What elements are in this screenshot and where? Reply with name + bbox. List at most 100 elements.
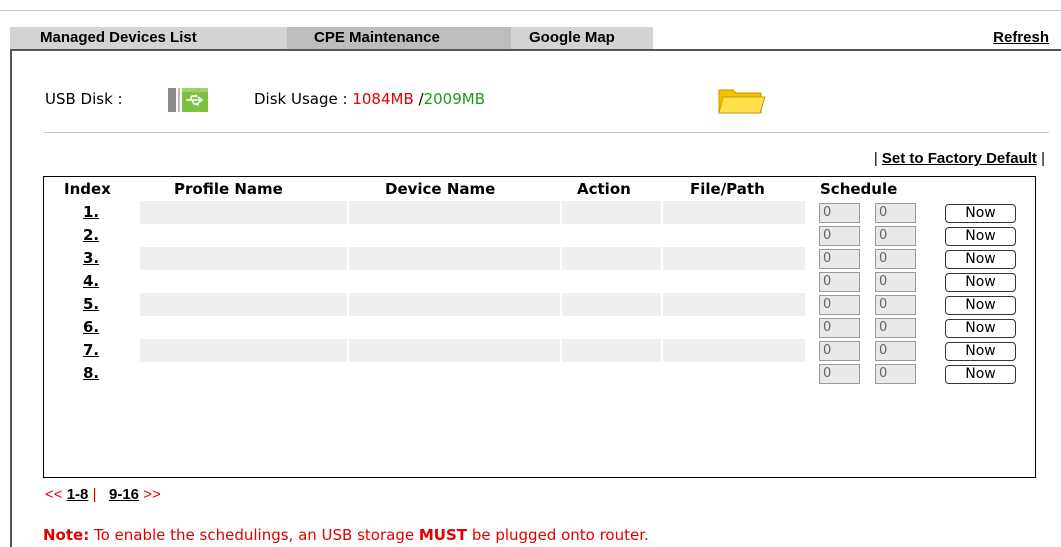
schedule-field-1: 0 <box>819 249 860 269</box>
row-index-link[interactable]: 6. <box>83 318 99 336</box>
pager-next-arrows: >> <box>143 486 161 503</box>
row-index-link[interactable]: 5. <box>83 295 99 313</box>
refresh-link[interactable]: Refresh <box>993 27 1049 49</box>
table-row: 6. 0 0 Now <box>44 316 1035 339</box>
device-name-cell <box>349 316 560 339</box>
note-text-1: To enable the schedulings, an USB storag… <box>93 526 415 544</box>
action-cell <box>562 201 661 224</box>
action-cell <box>562 247 661 270</box>
header-profile-name: Profile Name <box>174 180 283 198</box>
row-index-link[interactable]: 8. <box>83 364 99 382</box>
schedule-field-2: 0 <box>875 341 916 361</box>
file-path-cell <box>663 247 805 270</box>
schedule-field-1: 0 <box>819 364 860 384</box>
schedule-field-2: 0 <box>875 272 916 292</box>
pager-separator: | <box>92 486 97 503</box>
header-schedule: Schedule <box>820 180 898 198</box>
pagination: << 1-8 | 9-16 >> <box>45 486 161 503</box>
now-button[interactable]: Now <box>945 365 1016 384</box>
disk-usage-total: 2009MB <box>423 90 485 108</box>
device-name-cell <box>349 270 560 293</box>
device-name-cell <box>349 293 560 316</box>
page-link-1-8[interactable]: 1-8 <box>67 486 89 503</box>
profile-name-cell <box>140 201 347 224</box>
pipe-right: | <box>1041 150 1045 167</box>
device-name-cell <box>349 201 560 224</box>
page-link-9-16[interactable]: 9-16 <box>109 486 139 503</box>
file-path-cell <box>663 224 805 247</box>
folder-icon[interactable] <box>717 86 767 116</box>
table-row: 1. 0 0 Now <box>44 201 1035 224</box>
schedule-table: Index Profile Name Device Name Action Fi… <box>43 176 1036 478</box>
table-row: 8. 0 0 Now <box>44 362 1035 385</box>
schedule-field-2: 0 <box>875 364 916 384</box>
now-button[interactable]: Now <box>945 250 1016 269</box>
file-path-cell <box>663 316 805 339</box>
file-path-cell <box>663 293 805 316</box>
action-cell <box>562 316 661 339</box>
schedule-field-2: 0 <box>875 203 916 223</box>
row-index-link[interactable]: 1. <box>83 203 99 221</box>
tab-bar: Managed Devices List CPE Maintenance Goo… <box>10 27 1061 49</box>
header-file-path: File/Path <box>690 180 765 198</box>
profile-name-cell <box>140 339 347 362</box>
tab-managed-devices-list[interactable]: Managed Devices List <box>40 27 197 49</box>
tab-cpe-maintenance[interactable]: CPE Maintenance <box>287 27 511 49</box>
action-cell <box>562 270 661 293</box>
schedule-field-1: 0 <box>819 203 860 223</box>
action-cell <box>562 339 661 362</box>
note-prefix: Note: <box>43 526 90 544</box>
device-name-cell <box>349 224 560 247</box>
now-button[interactable]: Now <box>945 227 1016 246</box>
schedule-field-1: 0 <box>819 226 860 246</box>
device-name-cell <box>349 362 560 385</box>
section-divider <box>44 132 1049 133</box>
row-index-link[interactable]: 2. <box>83 226 99 244</box>
schedule-field-1: 0 <box>819 318 860 338</box>
pipe-left: | <box>873 150 878 167</box>
pager-prev-arrows: << <box>45 486 63 503</box>
now-button[interactable]: Now <box>945 342 1016 361</box>
file-path-cell <box>663 201 805 224</box>
table-row: 5. 0 0 Now <box>44 293 1035 316</box>
header-device-name: Device Name <box>385 180 496 198</box>
action-cell <box>562 362 661 385</box>
action-cell <box>562 293 661 316</box>
table-row: 3. 0 0 Now <box>44 247 1035 270</box>
row-index-link[interactable]: 4. <box>83 272 99 290</box>
usb-disk-label: USB Disk : <box>45 90 123 108</box>
profile-name-cell <box>140 316 347 339</box>
row-index-link[interactable]: 3. <box>83 249 99 267</box>
set-factory-default-link[interactable]: Set to Factory Default <box>882 150 1037 167</box>
file-path-cell <box>663 362 805 385</box>
schedule-field-2: 0 <box>875 226 916 246</box>
now-button[interactable]: Now <box>945 204 1016 223</box>
schedule-field-2: 0 <box>875 318 916 338</box>
table-row: 2. 0 0 Now <box>44 224 1035 247</box>
schedule-field-1: 0 <box>819 272 860 292</box>
tab-google-map[interactable]: Google Map <box>529 27 615 49</box>
table-header: Index Profile Name Device Name Action Fi… <box>44 177 1035 201</box>
note-text-2: be plugged onto router. <box>471 526 649 544</box>
profile-name-cell <box>140 270 347 293</box>
header-index: Index <box>64 180 111 198</box>
device-name-cell <box>349 247 560 270</box>
header-action: Action <box>577 180 631 198</box>
now-button[interactable]: Now <box>945 319 1016 338</box>
schedule-field-1: 0 <box>819 295 860 315</box>
now-button[interactable]: Now <box>945 296 1016 315</box>
top-divider <box>0 10 1061 11</box>
now-button[interactable]: Now <box>945 273 1016 292</box>
schedule-field-1: 0 <box>819 341 860 361</box>
table-row: 4. 0 0 Now <box>44 270 1035 293</box>
schedule-field-2: 0 <box>875 295 916 315</box>
action-cell <box>562 224 661 247</box>
usb-connected-icon <box>168 88 208 112</box>
row-index-link[interactable]: 7. <box>83 341 99 359</box>
disk-usage-label: Disk Usage : <box>254 90 348 108</box>
usb-note: Note: To enable the schedulings, an USB … <box>43 526 649 544</box>
profile-name-cell <box>140 247 347 270</box>
factory-default-bar: | Set to Factory Default | <box>874 150 1045 167</box>
note-emphasis: MUST <box>418 526 468 544</box>
schedule-field-2: 0 <box>875 249 916 269</box>
